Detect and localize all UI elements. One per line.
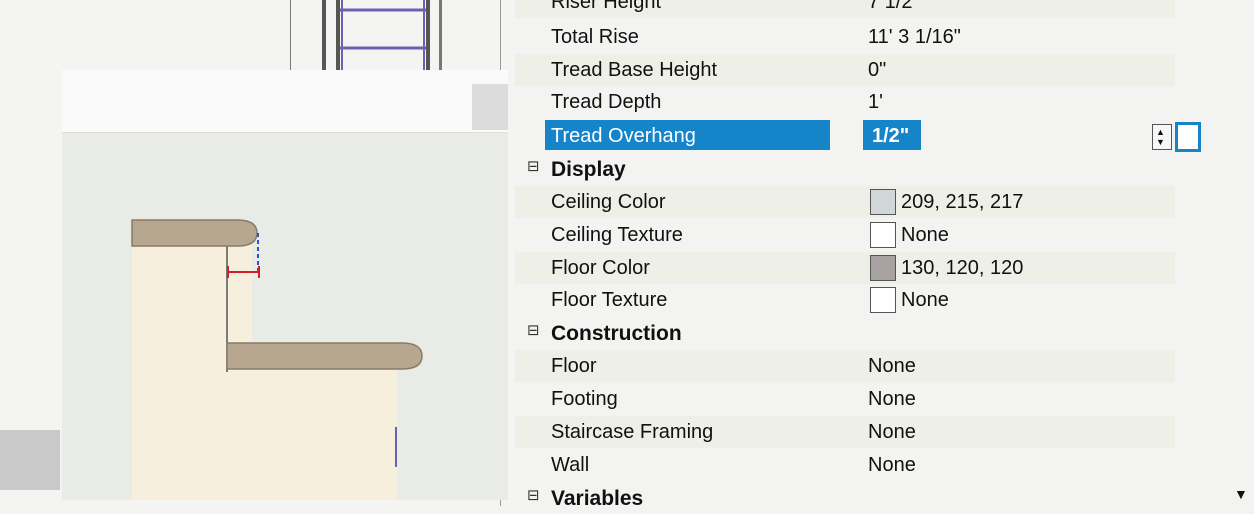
property-label: Tread Base Height [551, 59, 718, 81]
texture-swatch[interactable] [870, 222, 896, 248]
stair-section-drawing [131, 219, 423, 500]
property-label: Riser Height [551, 0, 662, 13]
property-value: 1' [868, 91, 883, 113]
property-label: Wall [551, 454, 590, 476]
property-value: 0" [868, 59, 887, 81]
property-label: Floor Texture [551, 289, 668, 311]
property-value: None [901, 224, 949, 246]
scroll-down-arrow-icon[interactable]: ▼ [1234, 486, 1248, 502]
plan-wall [0, 0, 291, 70]
property-value: None [868, 355, 916, 377]
property-row-footing[interactable]: Footing None [515, 383, 1175, 415]
property-row-wall[interactable]: Wall None [515, 449, 1175, 481]
property-label: Ceiling Color [551, 191, 666, 213]
property-value: None [868, 421, 916, 443]
property-row-tread-depth[interactable]: Tread Depth 1' [515, 86, 1175, 118]
collapse-icon[interactable]: ⊟ [527, 321, 540, 339]
color-swatch[interactable] [870, 255, 896, 281]
tread-overhang-input[interactable]: 1/2" [872, 125, 909, 148]
property-value: 11' 3 1/16" [868, 26, 961, 48]
section-title: Display [551, 158, 626, 181]
property-label: Tread Overhang [551, 125, 696, 147]
property-row-total-rise[interactable]: Total Rise 11' 3 1/16" [515, 21, 1175, 53]
up-down-spinner-icon[interactable]: ▲ ▼ [1152, 124, 1172, 150]
property-value: None [901, 289, 949, 311]
property-value: 209, 215, 217 [901, 191, 1024, 213]
property-label: Ceiling Texture [551, 224, 683, 246]
section-construction[interactable]: ⊟ Construction [515, 317, 1175, 349]
spinner-up-icon[interactable]: ▲ [1156, 128, 1165, 137]
property-row-ceiling-texture[interactable]: Ceiling Texture None [515, 219, 1175, 251]
floor-block [0, 430, 60, 490]
preview-header [62, 70, 508, 133]
property-value: 7 1/2" [868, 0, 920, 13]
property-label: Footing [551, 388, 618, 410]
property-row-floor-texture[interactable]: Floor Texture None [515, 284, 1175, 316]
property-label: Staircase Framing [551, 421, 714, 443]
property-row-floor-color[interactable]: Floor Color 130, 120, 120 [515, 252, 1175, 284]
property-label: Floor Color [551, 257, 650, 279]
property-row-tread-overhang[interactable]: Tread Overhang 1/2" [515, 120, 1175, 152]
property-label: Tread Depth [551, 91, 662, 113]
texture-swatch[interactable] [870, 287, 896, 313]
section-title: Variables [551, 487, 644, 510]
preview-area [0, 0, 515, 506]
property-row-riser-height[interactable]: Riser Height 7 1/2" [515, 0, 1175, 18]
property-row-staircase-framing[interactable]: Staircase Framing None [515, 416, 1175, 448]
property-grid: Riser Height 7 1/2" Total Rise 11' 3 1/1… [515, 0, 1175, 510]
property-value: 130, 120, 120 [901, 257, 1024, 279]
stair-plan-icon [322, 0, 442, 70]
property-row-ceiling-color[interactable]: Ceiling Color 209, 215, 217 [515, 186, 1175, 218]
section-variables[interactable]: ⊟ Variables [515, 482, 1175, 514]
property-value: None [868, 388, 916, 410]
color-swatch[interactable] [870, 189, 896, 215]
section-display[interactable]: ⊟ Display [515, 153, 1175, 185]
edit-value-button[interactable] [1175, 122, 1201, 152]
property-row-tread-base-height[interactable]: Tread Base Height 0" [515, 54, 1175, 86]
collapse-icon[interactable]: ⊟ [527, 486, 540, 504]
section-title: Construction [551, 322, 682, 345]
property-label: Total Rise [551, 26, 639, 48]
spinner-down-icon[interactable]: ▼ [1156, 138, 1165, 147]
stair-preview [62, 70, 508, 500]
collapse-icon[interactable]: ⊟ [527, 157, 540, 175]
property-value: None [868, 454, 916, 476]
property-label: Floor [551, 355, 597, 377]
property-row-floor[interactable]: Floor None [515, 350, 1175, 382]
preview-tab [472, 84, 508, 130]
